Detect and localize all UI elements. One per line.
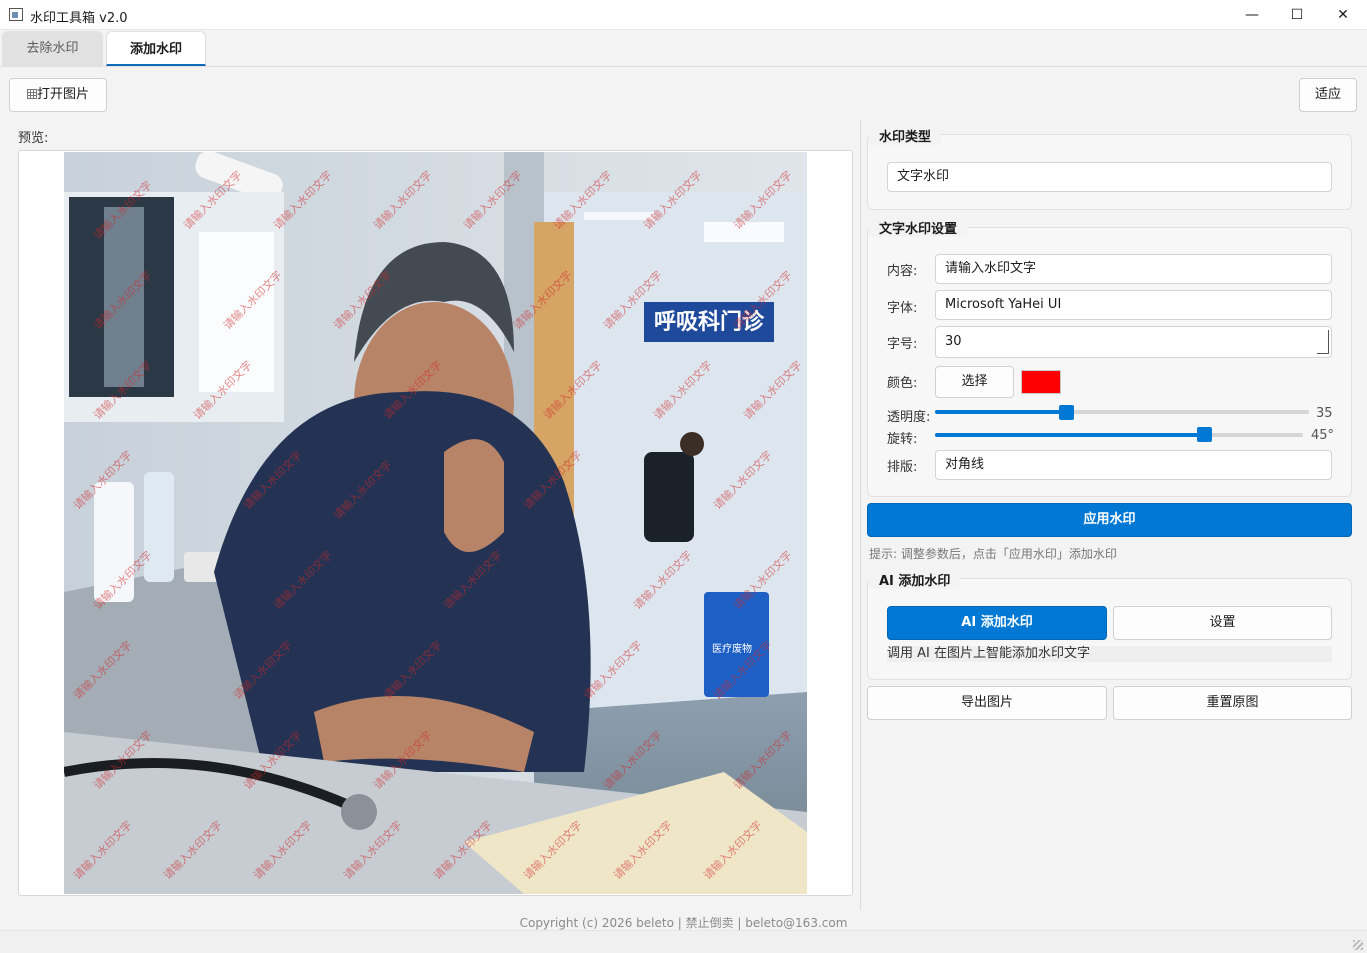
size-label: 字号: [887,337,918,352]
preview-image: 呼吸科门诊 医疗废物 请输入水印文字 请输入水印文字 请输入水印文字 请输入水印… [64,152,807,894]
font-label: 字体: [887,301,918,316]
fit-button[interactable]: 适应 [1299,78,1357,112]
size-value: 30 [945,334,962,349]
close-button[interactable]: ✕ [1320,0,1366,30]
preview-label: 预览: [18,131,49,146]
content-input[interactable]: 请输入水印文字 [935,254,1332,284]
watermark-type-select[interactable]: 文字水印 [887,162,1332,192]
open-image-button[interactable]: 打开图片 [9,78,107,112]
opacity-slider-handle[interactable] [1058,405,1074,420]
title-bar: 水印工具箱 v2.0 — ☐ ✕ [0,0,1367,30]
reset-image-button[interactable]: 重置原图 [1113,686,1352,720]
export-image-button[interactable]: 导出图片 [867,686,1107,720]
tab-remove-watermark[interactable]: 去除水印 [2,31,103,66]
rotation-value: 45° [1311,428,1335,443]
size-spinbox[interactable]: 30 [935,326,1332,358]
rotation-slider-handle[interactable] [1196,427,1212,442]
maximize-button[interactable]: ☐ [1274,0,1320,30]
rotation-label: 旋转: [887,432,918,447]
layout-select[interactable]: 对角线 [935,450,1332,480]
opacity-slider-fill [935,410,1066,414]
waste-bin-label: 医疗废物 [712,642,752,655]
text-settings-title: 文字水印设置 [869,218,968,237]
preview-area: 呼吸科门诊 医疗废物 请输入水印文字 请输入水印文字 请输入水印文字 请输入水印… [18,150,853,896]
apply-watermark-button[interactable]: 应用水印 [867,503,1352,537]
rotation-slider-fill [935,433,1204,437]
minimize-button[interactable]: — [1229,0,1275,30]
opacity-label: 透明度: [887,410,931,425]
image-icon [26,89,37,99]
ai-settings-button[interactable]: 设置 [1113,606,1332,640]
spin-buttons[interactable] [1317,330,1329,354]
status-bar [0,930,1367,953]
panel-divider [860,120,861,910]
content-label: 内容: [887,264,918,279]
copyright-footer: Copyright (c) 2026 beleto | 禁止倒卖 | belet… [519,916,848,930]
preview-photo-illustration: 呼吸科门诊 医疗废物 [64,152,807,894]
color-label: 颜色: [887,376,918,391]
tab-divider [0,66,1367,67]
font-select[interactable]: Microsoft YaHei UI [935,290,1332,320]
opacity-value: 35 [1316,406,1333,421]
ai-watermark-title: AI 添加水印 [869,570,961,589]
app-icon [9,8,23,21]
window-title: 水印工具箱 v2.0 [30,11,128,26]
color-swatch[interactable] [1021,370,1061,394]
apply-hint: 提示: 调整参数后，点击「应用水印」添加水印 [869,547,1117,561]
resize-grip[interactable] [1353,940,1363,950]
watermark-type-title: 水印类型 [869,126,942,145]
open-image-label: 打开图片 [36,87,89,102]
tab-add-watermark[interactable]: 添加水印 [106,31,206,66]
ai-description: 调用 AI 在图片上智能添加水印文字 [887,646,1332,662]
choose-color-button[interactable]: 选择 [935,366,1014,398]
layout-label: 排版: [887,460,918,475]
ai-add-watermark-button[interactable]: AI 添加水印 [887,606,1107,640]
